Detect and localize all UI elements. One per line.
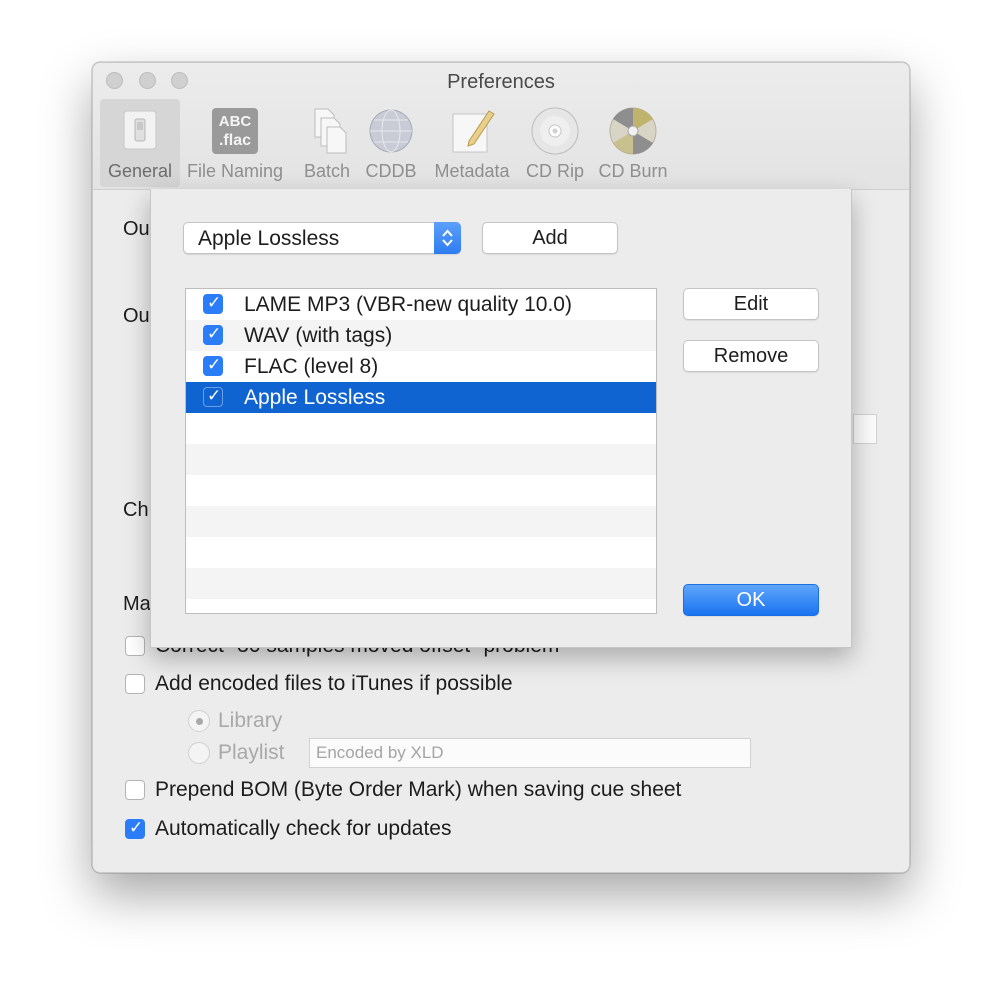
abc-flac-icon: ABC .flac bbox=[212, 108, 258, 154]
add-itunes-label: Add encoded files to iTunes if possible bbox=[155, 672, 513, 695]
prepend-bom-label: Prepend BOM (Byte Order Mark) when savin… bbox=[155, 778, 682, 801]
empty-row bbox=[186, 599, 656, 613]
toolbar: Preferences General ABC .flac File Namin… bbox=[93, 63, 909, 190]
character-label-partial: Ch bbox=[123, 499, 149, 521]
add-itunes-checkbox[interactable] bbox=[125, 674, 145, 694]
tab-cd-burn[interactable]: CD Burn bbox=[593, 99, 673, 187]
empty-row bbox=[186, 444, 656, 475]
add-button[interactable]: Add bbox=[482, 222, 618, 254]
max-label-partial: Ma bbox=[123, 593, 151, 615]
empty-row bbox=[186, 506, 656, 537]
library-radio-label: Library bbox=[218, 709, 283, 732]
edit-button[interactable]: Edit bbox=[683, 288, 819, 320]
tab-file-naming-label: File Naming bbox=[186, 161, 284, 181]
ok-button[interactable]: OK bbox=[683, 584, 819, 616]
playlist-name-field[interactable]: Encoded by XLD bbox=[309, 738, 751, 768]
profile-checkbox[interactable] bbox=[203, 324, 223, 345]
tab-cd-burn-label: CD Burn bbox=[598, 161, 668, 181]
window-title: Preferences bbox=[447, 71, 555, 93]
profile-checkbox[interactable] bbox=[203, 386, 223, 407]
pencil-paper-icon bbox=[452, 110, 495, 153]
popup-arrows-icon bbox=[434, 222, 461, 254]
svg-text:ABC: ABC bbox=[219, 113, 252, 130]
empty-row bbox=[186, 568, 656, 599]
svg-text:.flac: .flac bbox=[219, 132, 251, 149]
tab-batch[interactable]: Batch bbox=[292, 99, 362, 187]
prepend-bom-checkbox[interactable] bbox=[125, 780, 145, 800]
tab-cd-rip[interactable]: CD Rip bbox=[523, 99, 587, 187]
playlist-radio-label: Playlist bbox=[218, 741, 285, 764]
list-item-selected[interactable]: Apple Lossless bbox=[186, 382, 656, 413]
tab-cd-rip-label: CD Rip bbox=[525, 161, 584, 181]
profile-label: FLAC (level 8) bbox=[244, 355, 379, 378]
switch-icon bbox=[123, 110, 157, 150]
tab-file-naming[interactable]: ABC .flac File Naming bbox=[184, 99, 286, 187]
format-popup[interactable]: Apple Lossless bbox=[183, 222, 461, 254]
tab-cddb[interactable]: CDDB bbox=[359, 99, 423, 187]
output-label-partial: Ou bbox=[123, 218, 150, 240]
empty-row bbox=[186, 537, 656, 568]
tab-cddb-label: CDDB bbox=[365, 161, 417, 181]
list-item[interactable]: WAV (with tags) bbox=[186, 320, 656, 351]
tab-general[interactable]: General bbox=[100, 99, 180, 187]
tab-metadata[interactable]: Metadata bbox=[429, 99, 515, 187]
auto-update-checkbox[interactable] bbox=[125, 818, 145, 839]
tab-batch-label: Batch bbox=[303, 161, 351, 181]
auto-update-label: Automatically check for updates bbox=[155, 817, 452, 840]
list-item[interactable]: LAME MP3 (VBR-new quality 10.0) bbox=[186, 289, 656, 320]
profile-label: WAV (with tags) bbox=[244, 324, 393, 347]
burn-disc-icon bbox=[609, 107, 657, 155]
correct-offset-checkbox[interactable] bbox=[125, 636, 145, 656]
profile-label: Apple Lossless bbox=[244, 386, 386, 409]
hidden-field-edge[interactable] bbox=[853, 414, 877, 444]
playlist-radio[interactable] bbox=[188, 742, 210, 764]
empty-row bbox=[186, 413, 656, 444]
profile-checkbox[interactable] bbox=[203, 355, 223, 376]
documents-icon bbox=[314, 108, 347, 154]
library-radio[interactable] bbox=[188, 710, 210, 732]
list-item[interactable]: FLAC (level 8) bbox=[186, 351, 656, 382]
empty-row bbox=[186, 475, 656, 506]
profile-checkbox[interactable] bbox=[203, 293, 223, 314]
tab-metadata-label: Metadata bbox=[434, 161, 510, 181]
output-dir-label-partial: Ou bbox=[123, 305, 150, 327]
remove-button[interactable]: Remove bbox=[683, 340, 819, 372]
tab-general-label: General bbox=[107, 161, 173, 181]
profile-list: LAME MP3 (VBR-new quality 10.0) WAV (wit… bbox=[185, 288, 657, 614]
globe-icon bbox=[369, 109, 413, 153]
profile-label: LAME MP3 (VBR-new quality 10.0) bbox=[244, 293, 572, 316]
format-popup-value: Apple Lossless bbox=[198, 227, 340, 250]
output-format-sheet: Apple Lossless Add LAME MP3 (VBR-new qua… bbox=[150, 189, 852, 648]
cd-icon bbox=[531, 107, 579, 155]
